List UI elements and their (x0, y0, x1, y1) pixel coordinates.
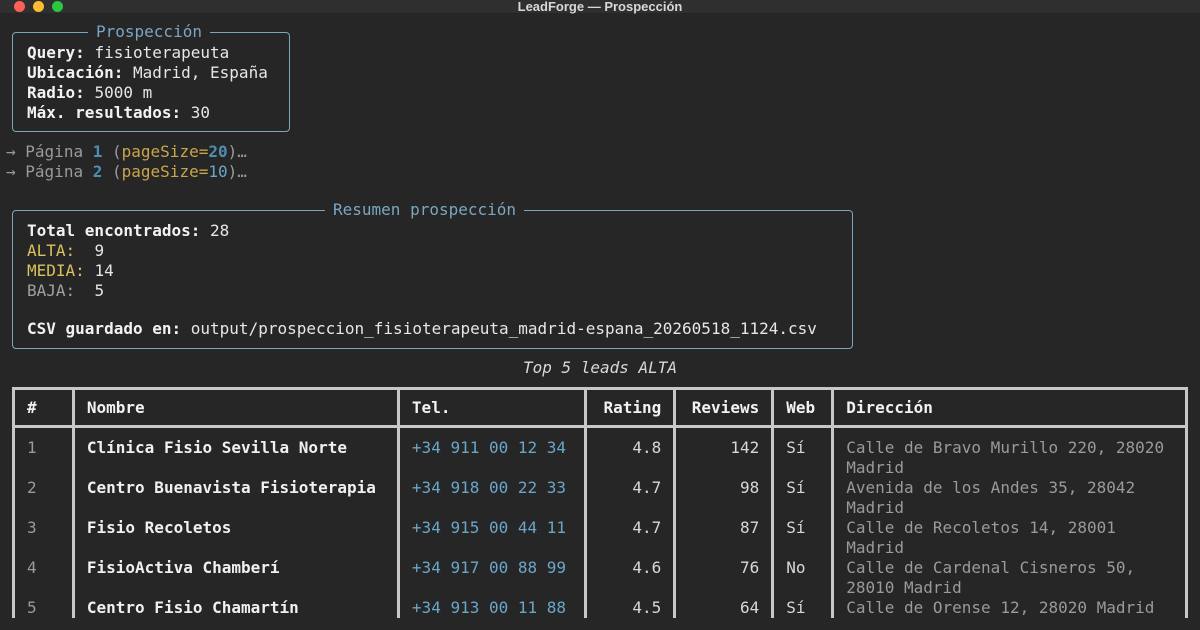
col-rating-header[interactable]: Rating (584, 387, 677, 428)
csv-path[interactable]: output/prospeccion_fisioterapeuta_madrid… (191, 319, 817, 338)
cell-phone[interactable]: +34 918 00 22 33 (396, 478, 588, 518)
csv-row: CSV guardado en: output/prospeccion_fisi… (27, 319, 817, 338)
cell-name: Fisio Recoletos (71, 518, 400, 558)
window-title: LeadForge — Prospección (517, 0, 683, 14)
cell-phone[interactable]: +34 917 00 88 99 (396, 558, 588, 598)
cell-address: Calle de Recoletos 14, 28001 Madrid (831, 518, 1188, 558)
cell-phone[interactable]: +34 911 00 12 34 (396, 426, 588, 478)
alta-row: ALTA: 9 (27, 241, 105, 260)
cell-reviews: 76 (673, 558, 775, 598)
cell-web: No (771, 558, 835, 598)
total-row: Total encontrados: 28 (27, 221, 230, 240)
cell-index: 2 (12, 478, 75, 518)
cell-web: Sí (771, 478, 835, 518)
col-address-header[interactable]: Dirección (831, 387, 1188, 428)
cell-name: FisioActiva Chamberí (71, 558, 400, 598)
cell-web: Sí (771, 598, 835, 618)
query-panel-title: Prospección (88, 22, 210, 42)
cell-reviews: 98 (673, 478, 775, 518)
cell-reviews: 64 (673, 598, 775, 618)
location-row: Ubicación: Madrid, España (27, 63, 268, 82)
query-row: Query: fisioterapeuta (27, 43, 230, 62)
cell-web: Sí (771, 426, 835, 478)
radius-row: Radio: 5000 m (27, 83, 153, 102)
table-row[interactable]: 2 Centro Buenavista Fisioterapia +34 918… (12, 478, 1188, 518)
cell-rating: 4.5 (584, 598, 677, 618)
cell-name: Centro Buenavista Fisioterapia (71, 478, 400, 518)
table-row[interactable]: 5 Centro Fisio Chamartín +34 913 00 11 8… (12, 598, 1188, 618)
summary-panel: Resumen prospección Total encontrados: 2… (12, 200, 853, 349)
cell-index: 4 (12, 558, 75, 598)
cell-index: 5 (12, 598, 75, 618)
query-panel: Prospección Query: fisioterapeuta Ubicac… (12, 22, 290, 132)
col-index-header[interactable]: # (12, 387, 75, 428)
cell-rating: 4.7 (584, 518, 677, 558)
baja-row: BAJA: 5 (27, 281, 105, 300)
cell-rating: 4.6 (584, 558, 677, 598)
cell-name: Centro Fisio Chamartín (71, 598, 400, 618)
table-header-row: # Nombre Tel. Rating Reviews Web Direcci… (12, 387, 1188, 428)
media-row: MEDIA: 14 (27, 261, 114, 280)
col-phone-header[interactable]: Tel. (396, 387, 588, 428)
title-bar: LeadForge — Prospección (0, 0, 1200, 14)
progress-line: → Página 2 (pageSize=10)… (6, 162, 247, 181)
cell-reviews: 142 (673, 426, 775, 478)
cell-address: Avenida de los Andes 35, 28042 Madrid (831, 478, 1188, 518)
cell-rating: 4.8 (584, 426, 677, 478)
cell-rating: 4.7 (584, 478, 677, 518)
cell-address: Calle de Orense 12, 28020 Madrid (831, 598, 1188, 618)
cell-index: 1 (12, 426, 75, 478)
cell-name: Clínica Fisio Sevilla Norte (71, 426, 400, 478)
cell-reviews: 87 (673, 518, 775, 558)
progress-line: → Página 1 (pageSize=20)… (6, 142, 247, 161)
summary-panel-title: Resumen prospección (325, 200, 525, 220)
table-row[interactable]: 1 Clínica Fisio Sevilla Norte +34 911 00… (12, 426, 1188, 478)
cell-address: Calle de Bravo Murillo 220, 28020 Madrid (831, 426, 1188, 478)
col-name-header[interactable]: Nombre (71, 387, 400, 428)
col-web-header[interactable]: Web (771, 387, 835, 428)
col-reviews-header[interactable]: Reviews (673, 387, 775, 428)
table-row[interactable]: 3 Fisio Recoletos +34 915 00 44 11 4.7 8… (12, 518, 1188, 558)
cell-phone[interactable]: +34 915 00 44 11 (396, 518, 588, 558)
cell-address: Calle de Cardenal Cisneros 50, 28010 Mad… (831, 558, 1188, 598)
table-row[interactable]: 4 FisioActiva Chamberí +34 917 00 88 99 … (12, 558, 1188, 598)
cell-index: 3 (12, 518, 75, 558)
max-results-row: Máx. resultados: 30 (27, 103, 211, 122)
cell-phone[interactable]: +34 913 00 11 88 (396, 598, 588, 618)
leads-table: # Nombre Tel. Rating Reviews Web Direcci… (12, 387, 1188, 618)
table-caption: Top 5 leads ALTA (522, 358, 678, 377)
cell-web: Sí (771, 518, 835, 558)
